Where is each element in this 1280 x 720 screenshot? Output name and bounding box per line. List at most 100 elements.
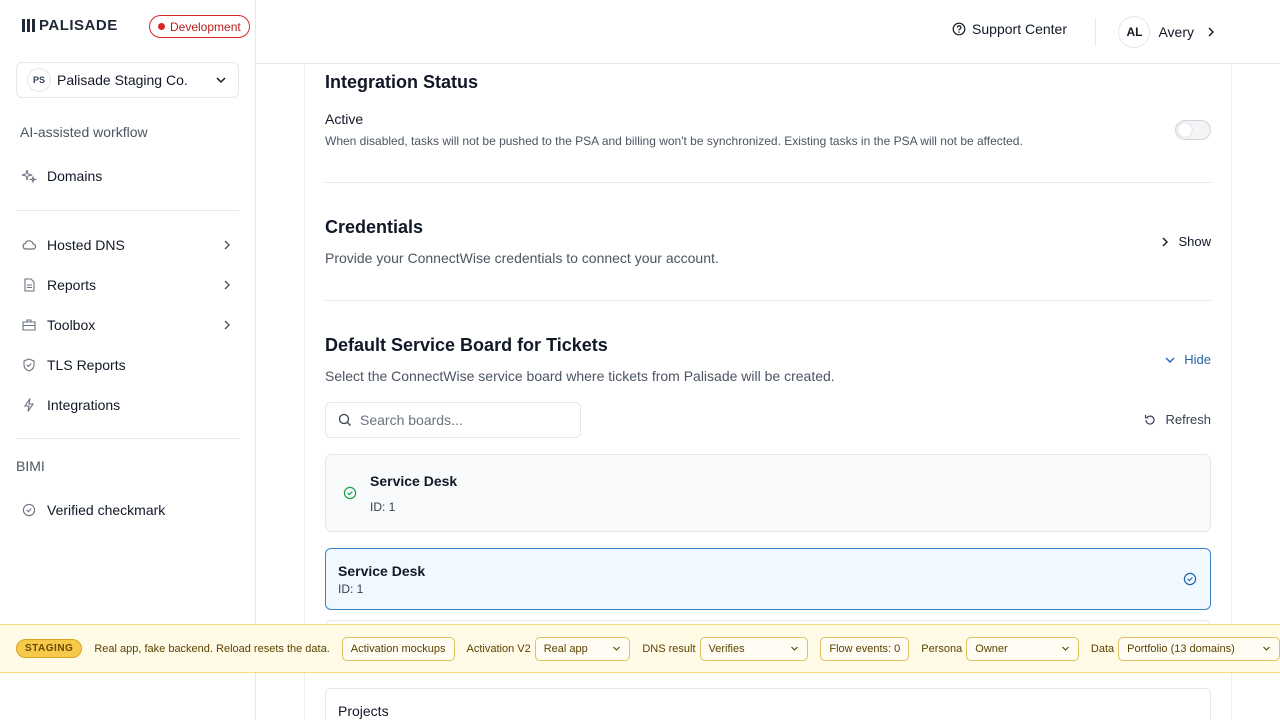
sidebar-item-label: TLS Reports	[47, 357, 126, 373]
cloud-icon	[21, 237, 37, 253]
activation-v2-value: Real app	[543, 642, 588, 655]
activation-v2-label: Activation V2	[466, 642, 531, 655]
chevron-down-icon	[1262, 644, 1271, 653]
sidebar-item-label: Verified checkmark	[47, 502, 166, 518]
organization-selector[interactable]: PS Palisade Staging Co.	[16, 62, 239, 98]
service-board-option-selected[interactable]: Service Desk ID: 1	[325, 548, 1211, 610]
chevron-right-icon	[1206, 26, 1216, 38]
dns-result-label: DNS result	[642, 642, 696, 655]
board-name: Service Desk	[370, 473, 458, 489]
dns-result-select[interactable]: Verifies	[699, 636, 809, 661]
sidebar-item-integrations[interactable]: Integrations	[16, 389, 240, 421]
sidebar-divider	[16, 210, 239, 211]
staging-description: Real app, fake backend. Reload resets th…	[94, 642, 330, 655]
chevron-right-icon	[220, 278, 234, 292]
sidebar-item-label: Reports	[47, 277, 97, 293]
service-board-option[interactable]: Projects	[325, 688, 1211, 720]
sidebar-item-label: Domains	[47, 168, 103, 184]
board-name: Service Desk	[338, 563, 426, 579]
help-circle-icon	[952, 22, 966, 36]
search-icon	[338, 413, 352, 427]
service-board-hide-button[interactable]: Hide	[1164, 352, 1211, 367]
brand-logo[interactable]: PALISADE	[22, 17, 118, 34]
refresh-label: Refresh	[1165, 412, 1211, 427]
sidebar: PALISADE Development PS Palisade Staging…	[0, 0, 256, 720]
sidebar-item-hosted-dns[interactable]: Hosted DNS	[16, 229, 240, 261]
org-name: Palisade Staging Co.	[57, 72, 188, 88]
check-circle-icon	[21, 502, 37, 518]
chevron-down-icon	[790, 644, 799, 653]
chevron-right-icon	[1160, 236, 1170, 248]
shield-icon	[21, 357, 37, 373]
show-label: Show	[1178, 234, 1211, 249]
persona-label: Persona	[921, 642, 963, 655]
service-board-option[interactable]: Service Desk ID: 1	[325, 454, 1211, 532]
chevron-down-icon	[1164, 354, 1176, 366]
persona-select[interactable]: Owner	[966, 636, 1079, 661]
search-input[interactable]	[360, 412, 560, 428]
section-label-ai: AI-assisted workflow	[20, 124, 148, 140]
chevron-down-icon	[612, 644, 621, 653]
service-board-description: Select the ConnectWise service board whe…	[325, 368, 835, 384]
org-avatar: PS	[27, 68, 51, 92]
activation-mockups-button[interactable]: Activation mockups	[341, 636, 455, 661]
sparkle-icon	[21, 168, 37, 184]
section-divider	[325, 300, 1211, 301]
support-center-link[interactable]: Support Center	[952, 21, 1067, 37]
active-description: When disabled, tasks will not be pushed …	[325, 134, 1023, 148]
board-id: ID: 1	[370, 500, 396, 514]
sidebar-item-tls-reports[interactable]: TLS Reports	[16, 349, 240, 381]
environment-badge: Development	[149, 15, 250, 38]
refresh-icon	[1143, 413, 1157, 427]
service-board-title: Default Service Board for Tickets	[325, 335, 608, 355]
activation-v2-select[interactable]: Real app	[534, 636, 631, 661]
refresh-button[interactable]: Refresh	[1143, 412, 1211, 427]
chevron-down-icon	[1061, 644, 1070, 653]
sidebar-item-verified-checkmark[interactable]: Verified checkmark	[16, 494, 240, 526]
persona-value: Owner	[975, 642, 1008, 655]
credentials-description: Provide your ConnectWise credentials to …	[325, 250, 719, 266]
flow-events-button[interactable]: Flow events: 0	[820, 636, 910, 661]
header-divider	[1095, 18, 1096, 46]
integration-settings-panel: Integration Status Active When disabled,…	[304, 64, 1232, 720]
sidebar-divider	[16, 438, 239, 439]
data-label: Data	[1090, 642, 1115, 655]
chevron-down-icon	[214, 73, 228, 87]
hide-label: Hide	[1184, 352, 1211, 367]
credentials-show-button[interactable]: Show	[1160, 234, 1211, 249]
briefcase-icon	[21, 317, 37, 333]
board-search[interactable]	[325, 402, 581, 438]
top-header: Support Center AL Avery	[256, 0, 1280, 64]
section-divider	[325, 182, 1211, 183]
data-value: Portfolio (13 domains)	[1127, 642, 1235, 655]
sidebar-item-label: Toolbox	[47, 317, 96, 333]
check-circle-icon	[343, 486, 357, 500]
document-icon	[21, 277, 37, 293]
sidebar-item-toolbox[interactable]: Toolbox	[16, 309, 240, 341]
sidebar-item-reports[interactable]: Reports	[16, 269, 240, 301]
user-name: Avery	[1158, 24, 1194, 40]
staging-toolbar: STAGING Real app, fake backend. Reload r…	[0, 624, 1280, 673]
section-label-bimi: BIMI	[16, 458, 45, 474]
active-label: Active	[325, 111, 364, 127]
user-menu[interactable]: AL Avery	[1118, 16, 1216, 48]
chevron-right-icon	[220, 318, 234, 332]
avatar: AL	[1118, 16, 1151, 48]
dns-result-value: Verifies	[708, 642, 745, 655]
main-content: Integration Status Active When disabled,…	[256, 64, 1280, 720]
credentials-title: Credentials	[325, 217, 424, 237]
support-center-label: Support Center	[972, 21, 1067, 37]
active-toggle[interactable]	[1175, 120, 1211, 140]
palisade-logo-icon	[22, 19, 35, 32]
sidebar-item-domains[interactable]: Domains	[16, 160, 240, 192]
data-select[interactable]: Portfolio (13 domains)	[1118, 636, 1280, 661]
integration-status-title: Integration Status	[325, 72, 479, 92]
bolt-icon	[21, 397, 37, 413]
selected-check-icon	[1183, 572, 1197, 586]
brand-name: PALISADE	[39, 17, 118, 34]
status-dot-icon	[158, 23, 165, 30]
board-name: Projects	[338, 703, 389, 719]
toggle-knob	[1178, 123, 1192, 137]
sidebar-item-label: Integrations	[47, 397, 121, 413]
board-id: ID: 1	[338, 582, 364, 596]
